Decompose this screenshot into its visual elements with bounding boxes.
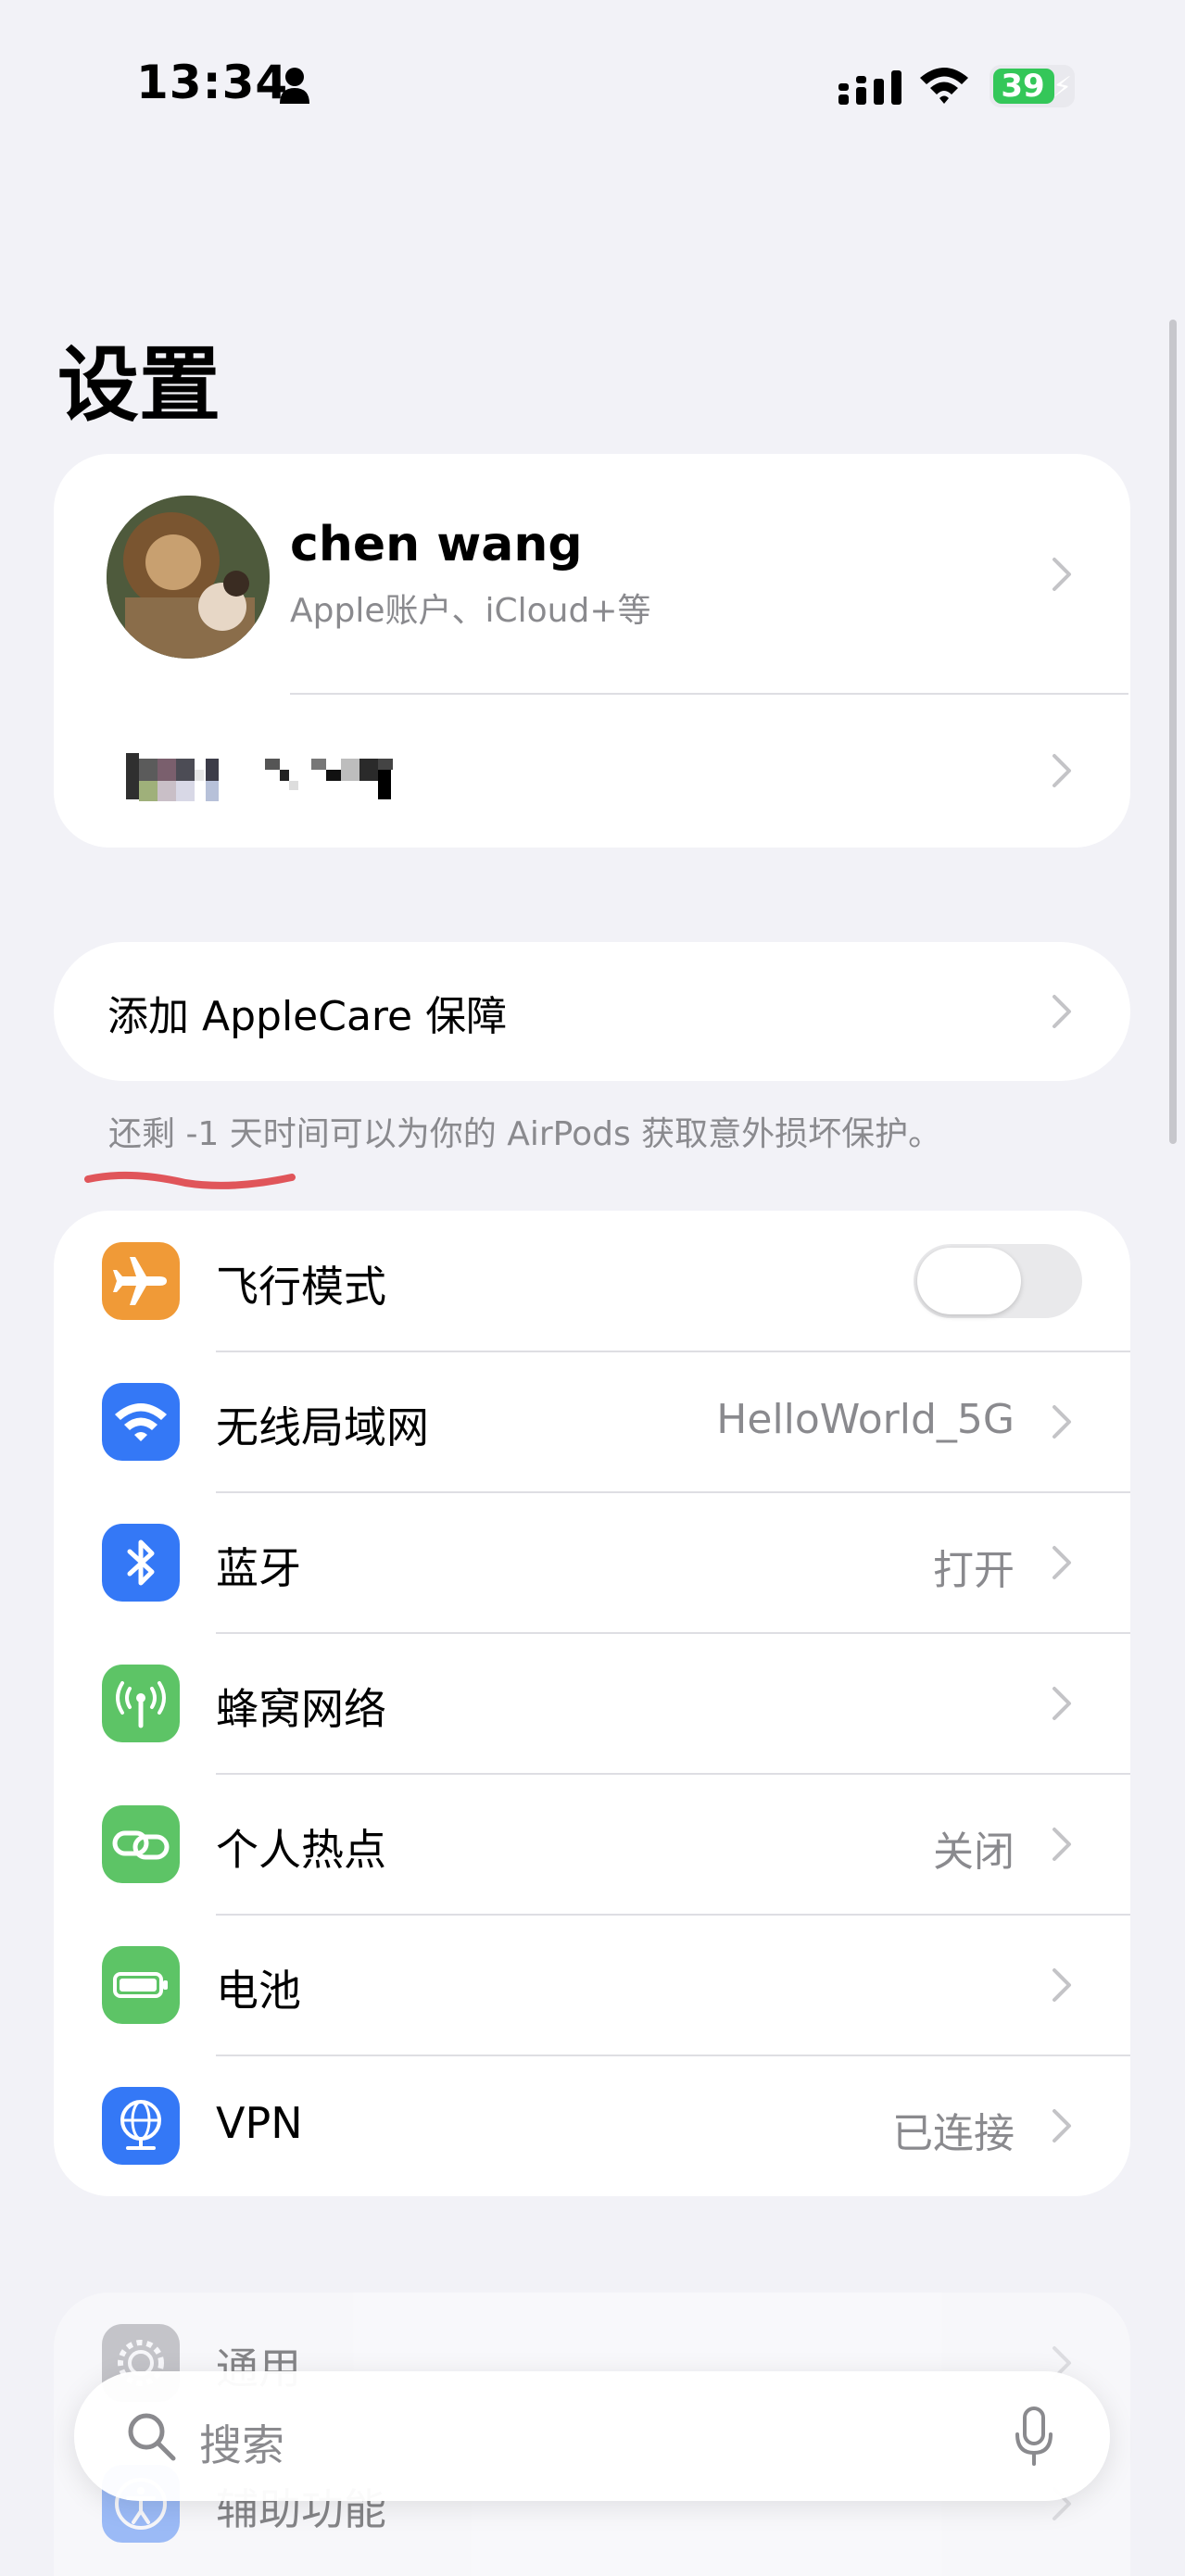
search-icon: [128, 2413, 176, 2461]
settings-row-battery[interactable]: 电池: [54, 1915, 1130, 2055]
battery-level: 39: [1001, 68, 1045, 105]
cellular-signal-icon: [838, 70, 901, 105]
chevron-right-icon: [1053, 558, 1071, 591]
scrollbar[interactable]: [1169, 320, 1177, 1144]
settings-row-personal-hotspot[interactable]: 个人热点 关闭: [54, 1774, 1130, 1915]
settings-row-wifi[interactable]: 无线局域网 HelloWorld_5G: [54, 1351, 1130, 1492]
profile-subtitle: Apple账户、iCloud+等: [290, 592, 651, 630]
applecare-label: 添加 AppleCare 保障: [107, 993, 508, 1040]
wifi-status-icon: [920, 68, 968, 104]
battery-indicator: 39 ⚡: [990, 65, 1075, 107]
pixelated-redacted-image: [126, 753, 393, 801]
wifi-icon: [102, 1383, 180, 1461]
row-label: 个人热点: [216, 1825, 386, 1875]
row-value: HelloWorld_5G: [716, 1396, 1015, 1443]
profile-name: chen wang: [290, 517, 583, 572]
profile-card: chen wang Apple账户、iCloud+等: [54, 454, 1130, 848]
status-bar: 13:34 39 ⚡: [0, 0, 1185, 167]
row-label: 蜂窝网络: [216, 1684, 386, 1734]
settings-row-bluetooth[interactable]: 蓝牙 打开: [54, 1492, 1130, 1633]
row-label: 飞行模式: [216, 1262, 386, 1312]
applecare-footnote: 还剩 -1 天时间可以为你的 AirPods 获取意外损坏保护。: [108, 1115, 942, 1153]
red-underline-annotation: [84, 1171, 296, 1189]
row-value: 关闭: [933, 1828, 1015, 1876]
row-label: 无线局域网: [216, 1402, 429, 1452]
chevron-right-icon: [1053, 1828, 1071, 1861]
apple-account-row[interactable]: chen wang Apple账户、iCloud+等: [54, 454, 1130, 695]
settings-row-vpn[interactable]: VPN 已连接: [54, 2055, 1130, 2196]
chevron-right-icon: [1053, 2109, 1071, 2142]
bluetooth-icon: [102, 1524, 180, 1602]
airplane-icon: [102, 1242, 180, 1320]
chevron-right-icon: [1053, 1687, 1071, 1720]
row-label: 电池: [216, 1966, 301, 2016]
row-label: 蓝牙: [216, 1543, 301, 1593]
chevron-right-icon: [1053, 754, 1071, 787]
battery-icon: [102, 1946, 180, 2024]
globe-icon: [102, 2087, 180, 2165]
connectivity-card: 飞行模式 无线局域网 HelloWorld_5G 蓝牙 打开 蜂窝网络 个人热点…: [54, 1211, 1130, 2196]
family-row[interactable]: [54, 695, 1130, 848]
settings-row-cellular[interactable]: 蜂窝网络: [54, 1633, 1130, 1774]
search-input[interactable]: 搜索: [199, 2412, 284, 2473]
applecare-card[interactable]: 添加 AppleCare 保障: [54, 942, 1130, 1081]
hotspot-icon: [102, 1805, 180, 1883]
airplane-mode-toggle[interactable]: [914, 1244, 1082, 1318]
chevron-right-icon: [1053, 1546, 1071, 1579]
chevron-right-icon: [1053, 995, 1071, 1028]
avatar: [107, 496, 270, 659]
microphone-icon[interactable]: [1014, 2406, 1054, 2466]
chevron-right-icon: [1053, 1405, 1071, 1439]
search-bar[interactable]: 搜索: [74, 2371, 1110, 2501]
page-title: 设置: [57, 337, 221, 433]
row-value: 已连接: [892, 2110, 1015, 2157]
settings-row-airplane-mode[interactable]: 飞行模式: [54, 1211, 1130, 1351]
chevron-right-icon: [1053, 1968, 1071, 2002]
cellular-icon: [102, 1665, 180, 1742]
status-time: 13:34: [136, 56, 289, 109]
row-label: VPN: [216, 2098, 303, 2148]
row-value: 打开: [933, 1547, 1015, 1594]
charging-bolt-icon: ⚡: [1053, 71, 1073, 104]
person-icon: [280, 68, 309, 104]
